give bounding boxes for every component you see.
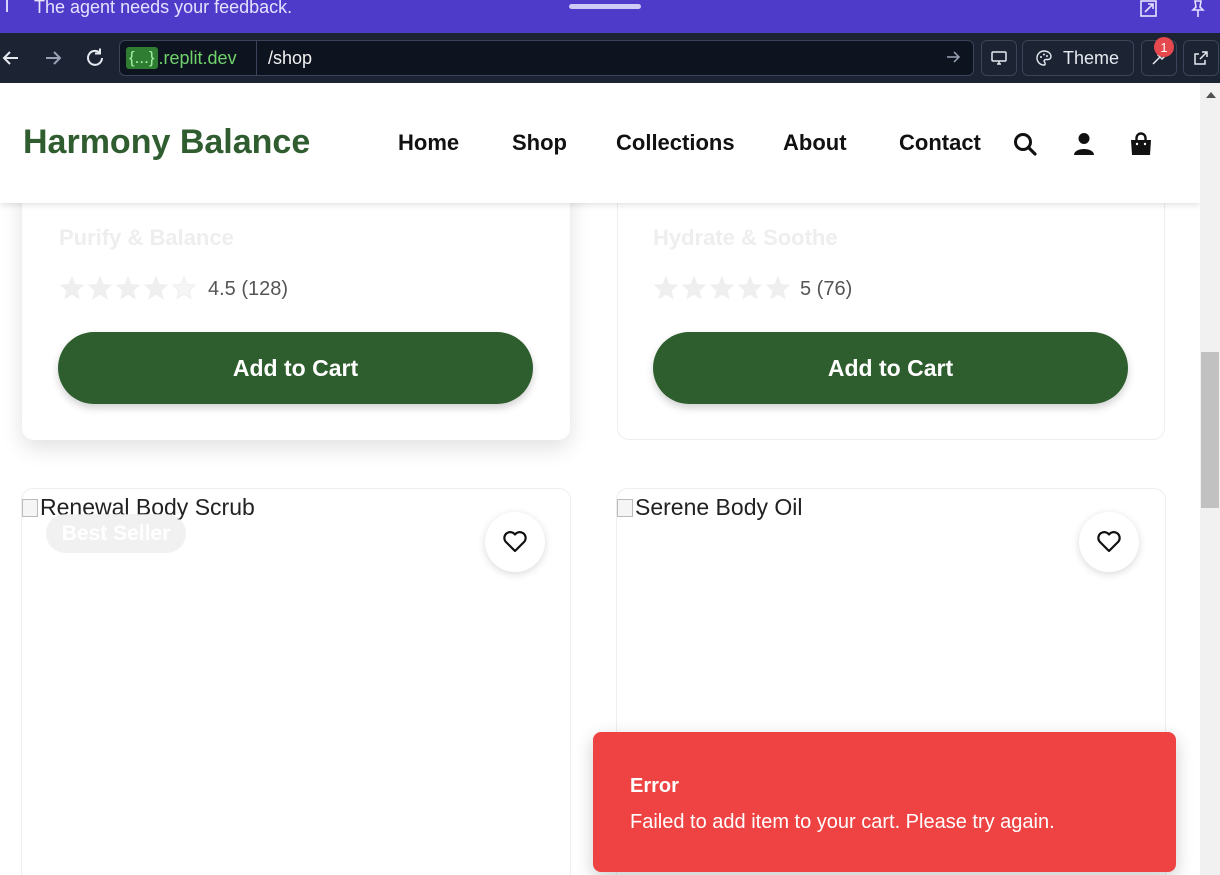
nav-contact[interactable]: Contact xyxy=(899,130,981,156)
heart-icon xyxy=(503,531,527,553)
product-subtitle: Hydrate & Soothe xyxy=(653,225,838,250)
devices-icon xyxy=(991,51,1007,65)
broken-image-icon xyxy=(22,498,38,517)
host-text: .replit.dev xyxy=(158,47,237,68)
back-arrow-icon[interactable] xyxy=(0,47,22,69)
heart-icon xyxy=(1097,531,1121,553)
star-icon xyxy=(681,275,707,300)
toast-description: Failed to add item to your cart. Please … xyxy=(630,811,1055,833)
reload-icon[interactable] xyxy=(84,47,106,69)
grip-icon xyxy=(6,0,9,12)
nav-about[interactable]: About xyxy=(783,130,847,156)
rating-stars xyxy=(653,275,791,301)
product-image[interactable]: Serene Body Oil xyxy=(617,494,802,521)
drag-handle[interactable] xyxy=(569,4,641,9)
banner-message: The agent needs your feedback. xyxy=(34,0,293,17)
palette-icon xyxy=(1036,50,1052,66)
image-alt-text: Serene Body Oil xyxy=(635,494,803,520)
add-to-cart-button[interactable]: Add to Cart xyxy=(653,332,1128,404)
best-seller-badge: Best Seller xyxy=(46,514,186,553)
star-icon xyxy=(171,275,197,300)
pin-icon[interactable] xyxy=(1188,0,1208,18)
star-icon xyxy=(653,275,679,300)
account-icon[interactable] xyxy=(1071,131,1097,157)
star-icon xyxy=(709,275,735,300)
search-icon[interactable] xyxy=(1012,131,1038,157)
product-subtitle: Purify & Balance xyxy=(59,225,234,250)
star-icon xyxy=(143,275,169,300)
rating-stars xyxy=(59,275,197,301)
address-bar[interactable]: {...} .replit.dev /shop xyxy=(119,40,974,76)
go-arrow-icon[interactable] xyxy=(945,49,961,65)
expand-icon[interactable] xyxy=(1139,0,1159,18)
wishlist-button[interactable] xyxy=(1079,512,1139,572)
scroll-up-arrow-icon[interactable] xyxy=(1206,92,1216,98)
devices-button[interactable] xyxy=(981,40,1017,76)
open-external-button[interactable] xyxy=(1183,40,1219,76)
star-icon xyxy=(737,275,763,300)
site-logo[interactable]: Harmony Balance xyxy=(23,123,310,162)
rating-text: 5 (76) xyxy=(800,278,853,300)
url-path-input[interactable]: /shop xyxy=(268,48,312,69)
error-toast[interactable]: Error Failed to add item to your cart. P… xyxy=(593,732,1176,872)
star-icon xyxy=(59,275,85,300)
star-icon xyxy=(115,275,141,300)
url-host: {...} .replit.dev xyxy=(120,41,257,75)
star-icon xyxy=(765,275,791,300)
host-badge: {...} xyxy=(126,47,158,69)
nav-shop[interactable]: Shop xyxy=(512,130,567,156)
toast-title: Error xyxy=(630,775,679,797)
browser-toolbar: {...} .replit.dev /shop Theme xyxy=(0,33,1220,83)
open-external-icon xyxy=(1194,51,1208,65)
theme-button[interactable]: Theme xyxy=(1022,40,1134,76)
scrollbar-thumb[interactable] xyxy=(1201,352,1219,508)
agent-feedback-banner[interactable]: The agent needs your feedback. xyxy=(0,0,1220,33)
broken-image-icon xyxy=(617,498,633,517)
theme-label: Theme xyxy=(1063,47,1120,68)
site-header: Harmony Balance Home Shop Collections Ab… xyxy=(0,83,1200,203)
wishlist-button[interactable] xyxy=(485,512,545,572)
nav-home[interactable]: Home xyxy=(398,130,459,156)
rating-text: 4.5 (128) xyxy=(208,278,289,300)
cart-bag-icon[interactable] xyxy=(1128,131,1154,157)
add-to-cart-button[interactable]: Add to Cart xyxy=(58,332,533,404)
nav-collections[interactable]: Collections xyxy=(616,130,735,156)
star-icon xyxy=(87,275,113,300)
notification-badge: 1 xyxy=(1154,37,1174,57)
forward-arrow-icon[interactable] xyxy=(42,47,64,69)
